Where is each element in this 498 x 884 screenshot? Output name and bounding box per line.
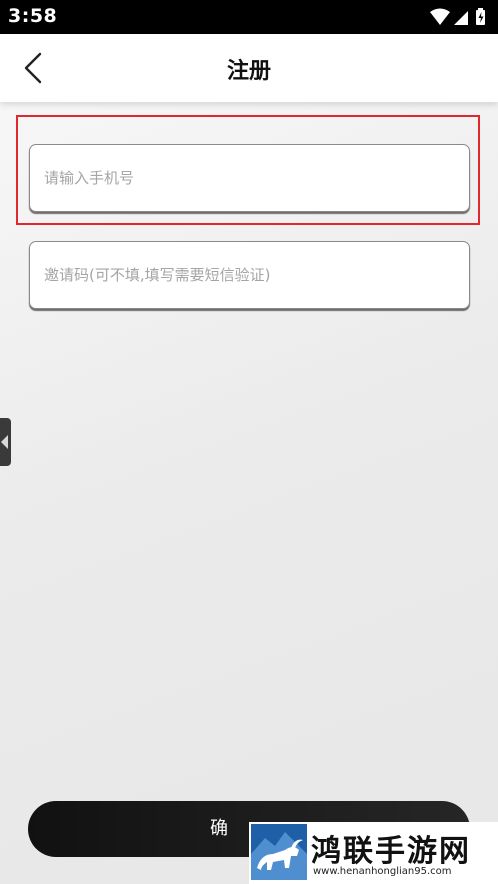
watermark-site-url: www.henanhonglian95.com <box>313 866 452 877</box>
phone-input[interactable] <box>29 144 470 212</box>
register-form: 确 <box>0 102 498 884</box>
invite-code-input[interactable] <box>29 241 470 309</box>
wifi-icon <box>430 8 450 25</box>
side-drawer-handle[interactable] <box>0 418 11 466</box>
app-header: 注册 <box>0 34 498 102</box>
watermark: 鸿联手游网 www.henanhonglian95.com <box>249 822 498 884</box>
bull-logo-icon <box>251 824 307 880</box>
battery-charging-icon <box>476 8 485 25</box>
page-title: 注册 <box>226 59 271 84</box>
status-icons <box>430 8 488 26</box>
arrow-left-icon <box>1 435 8 449</box>
status-time: 3:58 <box>8 5 58 27</box>
status-bar: 3:58 <box>0 0 498 34</box>
signal-icon <box>454 11 468 25</box>
watermark-site-name: 鸿联手游网 <box>311 834 471 869</box>
confirm-button-label: 确 <box>210 818 228 839</box>
